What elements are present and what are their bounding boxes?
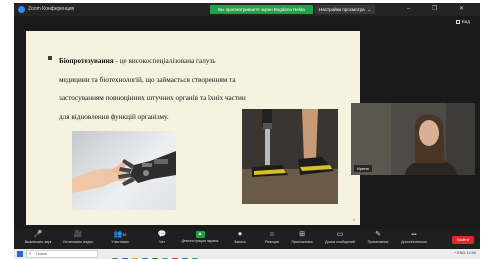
view-button[interactable]: Вид <box>455 19 470 24</box>
screen-share-banner: Вы просматриваете экран Bogdana Nelda <box>210 5 313 14</box>
app-title: Zoom Конференция <box>28 6 75 12</box>
share-screen-icon: ▲ <box>195 231 205 238</box>
slide-line2: медицини та біотехнологій, що займається… <box>59 75 236 84</box>
participants-label: Участники <box>111 240 129 244</box>
microphone-icon: 🎤 <box>33 231 43 238</box>
more-icon: ••• <box>411 232 417 238</box>
system-tray[interactable]: ^ ENG 12:00 <box>454 251 476 255</box>
view-options-dropdown[interactable]: Настройки просмотра ⌄ <box>315 5 375 14</box>
chevron-down-icon: ⌄ <box>367 7 371 12</box>
meeting-toolbar: 🎤 Выключить звук 🎥 Остановить видео 👥40 … <box>14 229 480 249</box>
slide-line3: застосуванням повноцінних штучних органі… <box>59 94 246 102</box>
mute-button[interactable]: 🎤 Выключить звук <box>16 231 60 249</box>
participant-video-tile[interactable]: Ирина <box>351 103 475 175</box>
search-placeholder: Поиск <box>36 251 48 256</box>
leave-button[interactable]: Выйти <box>452 236 474 244</box>
taskbar-search[interactable]: ⌕ Поиск <box>26 250 98 258</box>
windows-start-icon[interactable] <box>17 251 23 257</box>
prosthetic-hand-image <box>72 131 176 210</box>
title-bar: Zoom Конференция Вы просматриваете экран… <box>14 3 480 16</box>
view-label: Вид <box>461 19 470 24</box>
windows-taskbar: ⌕ Поиск ^ ENG 12:00 <box>14 249 480 259</box>
gallery-view-icon <box>455 20 460 24</box>
window-controls[interactable]: – ❐ ✕ <box>407 5 474 12</box>
stop-video-button[interactable]: 🎥 Остановить видео <box>56 231 100 249</box>
participants-button[interactable]: 👥40 Участники <box>98 231 142 249</box>
share-screen-label: Демонстрация экрана <box>181 239 219 243</box>
zoom-window: Zoom Конференция Вы просматриваете экран… <box>14 3 480 249</box>
slide-term: Біопротезування <box>59 57 114 65</box>
mute-label: Выключить звук <box>24 240 52 244</box>
taskbar-apps <box>112 251 202 259</box>
slide-line4: для відновлення функцій організму. <box>59 112 169 121</box>
zoom-logo-icon <box>18 6 25 13</box>
participants-icon: 👥40 <box>113 231 127 238</box>
slide-page-number: 3 <box>353 218 355 222</box>
share-screen-button[interactable]: ▲ Демонстрация экрана <box>178 231 222 249</box>
more-label: Дополнительно <box>401 240 427 244</box>
view-options-label: Настройки просмотра <box>319 7 365 12</box>
slide-line1: - це високоспеціалізована галузь <box>113 57 216 65</box>
participants-count: 40 <box>122 233 127 237</box>
participant-name: Ирина <box>354 165 372 172</box>
search-icon: ⌕ <box>29 251 32 256</box>
more-button[interactable]: ••• Дополнительно <box>392 231 436 249</box>
prosthetic-leg-image <box>242 109 338 204</box>
camera-icon: 🎥 <box>73 231 83 238</box>
bullet-icon <box>48 56 52 60</box>
stop-video-label: Остановить видео <box>62 240 94 244</box>
shared-slide: Біопротезування - це високоспеціалізован… <box>26 31 360 225</box>
